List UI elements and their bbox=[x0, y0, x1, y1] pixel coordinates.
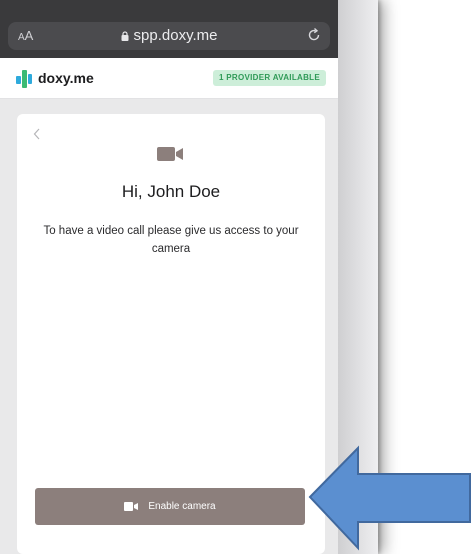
lock-icon bbox=[121, 31, 129, 41]
site-header: doxy.me 1 PROVIDER AVAILABLE bbox=[0, 58, 338, 99]
provider-status-badge: 1 PROVIDER AVAILABLE bbox=[213, 70, 326, 86]
logo-text[interactable]: doxy.me bbox=[38, 70, 94, 86]
url-text: spp.doxy.me bbox=[133, 27, 218, 44]
annotation-arrow bbox=[308, 445, 471, 551]
url-display[interactable]: spp.doxy.me bbox=[8, 27, 330, 44]
video-camera-icon bbox=[157, 147, 183, 161]
camera-access-message: To have a video call please give us acce… bbox=[43, 225, 299, 255]
doxy-logo-icon[interactable] bbox=[16, 70, 32, 88]
browser-toolbar: AA spp.doxy.me bbox=[0, 0, 338, 58]
back-icon[interactable] bbox=[33, 128, 41, 140]
greeting-heading: Hi, John Doe bbox=[121, 182, 221, 201]
camera-permission-card: Hi, John Doe To have a video call please… bbox=[17, 114, 325, 554]
reload-icon[interactable] bbox=[306, 27, 322, 43]
phone-screen: AA spp.doxy.me doxy.me 1 PROVIDER AVAILA… bbox=[0, 0, 338, 554]
address-bar[interactable]: AA spp.doxy.me bbox=[8, 22, 330, 50]
enable-camera-label: Enable camera bbox=[148, 501, 216, 512]
enable-camera-button[interactable]: Enable camera bbox=[35, 488, 305, 525]
camera-icon bbox=[124, 502, 139, 511]
